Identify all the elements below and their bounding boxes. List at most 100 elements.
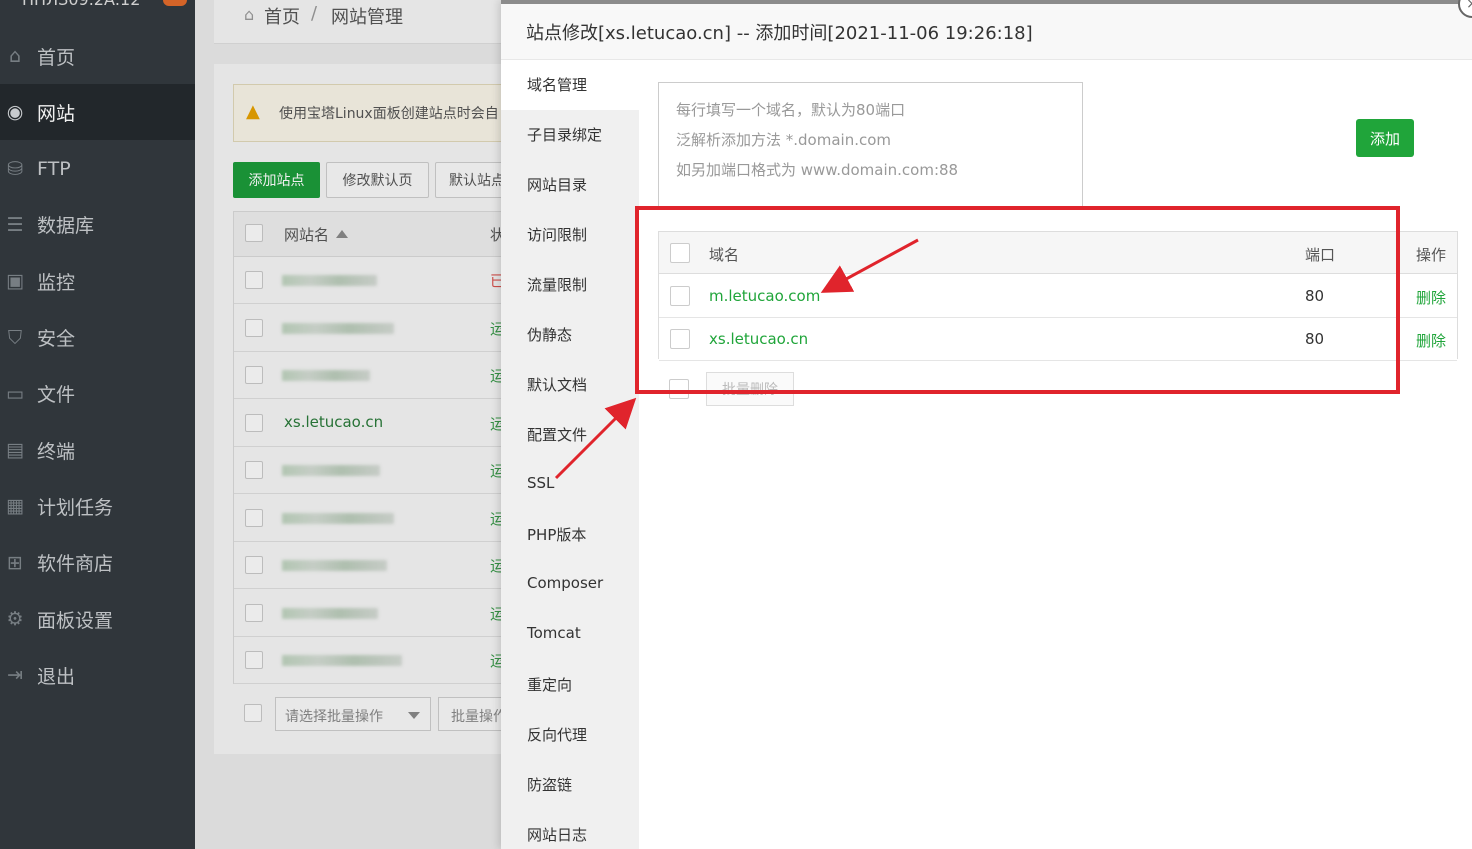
table-row: xs.letucao.cn 运 bbox=[234, 400, 505, 447]
tab[interactable]: Composer bbox=[501, 560, 639, 610]
delete-domain-link[interactable]: 删除 bbox=[1416, 330, 1446, 351]
row-checkbox[interactable] bbox=[245, 318, 263, 337]
select-all-checkbox[interactable] bbox=[245, 224, 263, 242]
domain-table-header: 域名 端口 操作 bbox=[659, 232, 1457, 274]
domain-row-checkbox[interactable] bbox=[670, 286, 690, 306]
edit-default-page-button[interactable]: 修改默认页 bbox=[326, 162, 429, 198]
row-checkbox[interactable] bbox=[245, 413, 263, 432]
tab[interactable]: 子目录绑定 bbox=[501, 110, 639, 160]
sidebar-item[interactable]: ▭ 文件 bbox=[0, 366, 195, 422]
sidebar-item[interactable]: ⛁ FTP bbox=[0, 141, 195, 197]
sidebar-item[interactable]: ⚙ 面板设置 bbox=[0, 591, 195, 647]
sidebar-item[interactable]: ⇥ 退出 bbox=[0, 647, 195, 703]
domain-row-checkbox[interactable] bbox=[670, 329, 690, 349]
sidebar-item-label: 终端 bbox=[37, 440, 76, 463]
add-site-button[interactable]: 添加站点 bbox=[233, 162, 320, 198]
table-row: 已 bbox=[234, 257, 505, 304]
notification-badge[interactable]: 3 bbox=[163, 0, 187, 6]
site-table: 网站名 状 已运运 xs.letucao.cn 运运运运运运 bbox=[233, 211, 505, 684]
sidebar-item[interactable]: ▤ 终端 bbox=[0, 422, 195, 478]
warning-banner: ▲ 使用宝塔Linux面板创建站点时会自 bbox=[233, 84, 503, 142]
column-header-site-name[interactable]: 网站名 bbox=[284, 224, 329, 245]
tab[interactable]: SSL bbox=[501, 460, 639, 510]
tab[interactable]: 重定向 bbox=[501, 660, 639, 710]
tab[interactable]: 伪静态 bbox=[501, 310, 639, 360]
sidebar-item[interactable]: ▦ 计划任务 bbox=[0, 478, 195, 534]
table-row: 运 bbox=[234, 305, 505, 352]
bulk-delete-button[interactable]: 批量删除 bbox=[706, 372, 794, 406]
sidebar-item[interactable]: ⌂ 首页 bbox=[0, 28, 195, 84]
site-name-redacted[interactable] bbox=[282, 465, 380, 476]
table-row: 运 bbox=[234, 447, 505, 494]
globe-icon: ◉ bbox=[6, 101, 24, 124]
row-checkbox[interactable] bbox=[245, 271, 263, 289]
home-icon: ⌂ bbox=[8, 45, 22, 67]
site-name-redacted[interactable] bbox=[282, 370, 370, 381]
tab[interactable]: 配置文件 bbox=[501, 410, 639, 460]
site-name-redacted[interactable] bbox=[282, 607, 378, 619]
sidebar-item[interactable]: ⊞ 软件商店 bbox=[0, 535, 195, 591]
domain-name[interactable]: xs.letucao.cn bbox=[709, 330, 808, 348]
row-checkbox[interactable] bbox=[245, 366, 263, 384]
bulk-action-button[interactable]: 批量操作 bbox=[438, 697, 504, 731]
sort-asc-icon[interactable] bbox=[336, 230, 348, 238]
warning-text: 使用宝塔Linux面板创建站点时会自 bbox=[279, 106, 499, 122]
site-name-redacted[interactable] bbox=[282, 655, 402, 666]
tab[interactable]: 网站日志 bbox=[501, 810, 639, 849]
tab[interactable]: 默认文档 bbox=[501, 360, 639, 410]
sidebar-item-label: 网站 bbox=[37, 102, 76, 125]
sidebar-item-label: 软件商店 bbox=[37, 553, 114, 576]
site-name-redacted[interactable] bbox=[282, 275, 377, 286]
calendar-icon: ▦ bbox=[6, 495, 24, 518]
chevron-down-icon bbox=[408, 712, 420, 719]
shield-icon: ⛉ bbox=[7, 326, 23, 349]
folder-icon: ▭ bbox=[6, 382, 24, 405]
domain-port: 80 bbox=[1305, 330, 1325, 348]
domain-name[interactable]: m.letucao.com bbox=[709, 287, 820, 305]
tab[interactable]: 反向代理 bbox=[501, 710, 639, 760]
add-domain-button[interactable]: 添加 bbox=[1356, 119, 1414, 157]
default-site-button[interactable]: 默认站点 bbox=[435, 162, 510, 198]
bulk-delete-checkbox[interactable] bbox=[669, 379, 689, 399]
row-checkbox[interactable] bbox=[245, 556, 263, 574]
tab[interactable]: 防盗链 bbox=[501, 760, 639, 810]
sidebar: ПHЛЗ09.2А.12 3 ⌂ 首页 ◉ 网站 ⛁ FTP ☰ 数据库 ▣ 监控 ⛉ 安全 ▭ 文件 ▤ 终… bbox=[0, 0, 195, 849]
select-all-domains-checkbox[interactable] bbox=[670, 243, 690, 263]
sidebar-item-label: FTP bbox=[37, 157, 71, 180]
site-name[interactable]: xs.letucao.cn bbox=[284, 413, 383, 431]
site-name-redacted[interactable] bbox=[282, 512, 394, 524]
column-header-port: 端口 bbox=[1305, 246, 1336, 264]
terminal-icon: ▤ bbox=[6, 439, 24, 462]
breadcrumb-home[interactable]: 首页 bbox=[264, 3, 300, 29]
sidebar-item-label: 面板设置 bbox=[37, 609, 114, 632]
sidebar-brand: ПHЛЗ09.2А.12 bbox=[22, 0, 140, 9]
row-checkbox[interactable] bbox=[245, 651, 263, 669]
breadcrumb-current: 网站管理 bbox=[331, 7, 403, 28]
bulk-select-checkbox[interactable] bbox=[244, 704, 262, 722]
gear-icon: ⚙ bbox=[6, 608, 24, 630]
modal-tabs: 域名管理 子目录绑定 网站目录 访问限制 流量限制 伪静态 默认文档 配置文件 SSL PHP版本… bbox=[501, 60, 639, 849]
sidebar-item[interactable]: ▣ 监控 bbox=[0, 253, 195, 309]
breadcrumb-separator: / bbox=[311, 3, 318, 24]
bulk-action-select[interactable]: 请选择批量操作 bbox=[275, 697, 431, 731]
tab[interactable]: PHP版本 bbox=[501, 510, 639, 560]
sidebar-item-label: 安全 bbox=[37, 328, 76, 350]
table-row: 运 bbox=[234, 637, 505, 684]
row-checkbox[interactable] bbox=[245, 603, 263, 622]
tab[interactable]: 域名管理 bbox=[501, 60, 639, 110]
row-checkbox[interactable] bbox=[245, 508, 263, 527]
tab[interactable]: Tomcat bbox=[501, 610, 639, 660]
row-checkbox[interactable] bbox=[245, 461, 263, 479]
tab[interactable]: 访问限制 bbox=[501, 210, 639, 260]
sidebar-item[interactable]: ☰ 数据库 bbox=[0, 197, 195, 253]
domain-placeholder-line: 每行填写一个域名，默认为80端口 bbox=[676, 101, 906, 119]
site-name-redacted[interactable] bbox=[282, 322, 394, 334]
site-name-redacted[interactable] bbox=[282, 560, 387, 571]
domain-input[interactable]: 每行填写一个域名，默认为80端口 泛解析添加方法 *.domain.com 如另… bbox=[658, 82, 1083, 207]
sidebar-item[interactable]: ⛉ 安全 bbox=[0, 310, 195, 366]
sidebar-item-label: 文件 bbox=[37, 384, 76, 407]
delete-domain-link[interactable]: 删除 bbox=[1416, 287, 1446, 308]
tab[interactable]: 网站目录 bbox=[501, 160, 639, 210]
tab[interactable]: 流量限制 bbox=[501, 260, 639, 310]
sidebar-item[interactable]: ◉ 网站 bbox=[0, 84, 195, 141]
